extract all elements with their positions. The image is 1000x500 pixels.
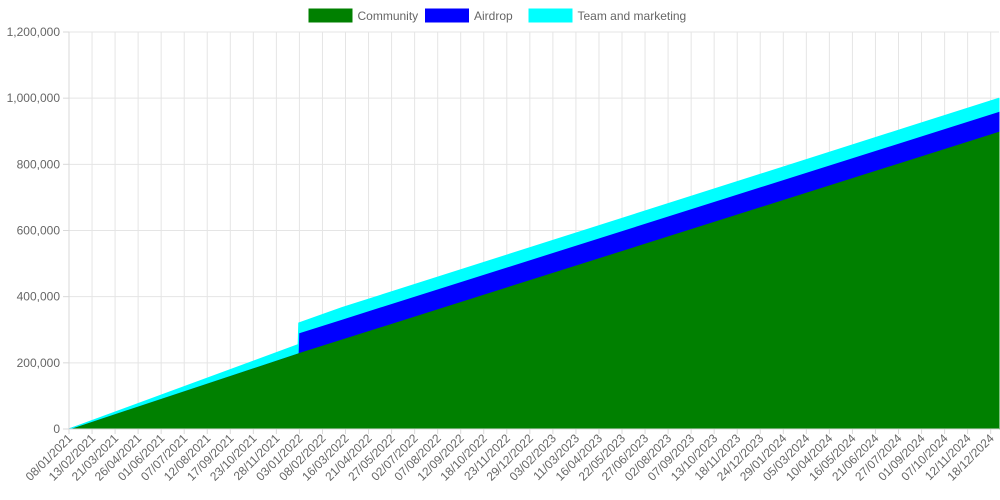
x-axis-tick-labels: 08/01/202113/02/202121/03/202126/04/2021… [23,429,997,484]
y-tick-label: 1,000,000 [7,91,61,105]
legend-label: Airdrop [474,9,513,23]
legend-swatch [425,8,469,23]
y-tick-label: 200,000 [17,356,61,370]
y-tick-label: 0 [53,422,60,436]
legend-swatch [528,8,573,23]
y-axis-tick-labels: 0 200,000 400,000 600,000 800,000 1,000,000 1,… [7,25,69,436]
chart-canvas: Community Airdrop Team and marketing 0 200,… [7,8,1000,484]
legend-item-airdrop[interactable]: Airdrop [425,8,513,24]
y-tick-label: 1,200,000 [7,25,61,39]
y-tick-label: 800,000 [17,157,61,171]
area-series-community [68,130,1000,430]
area-series-group [68,97,1000,430]
legend: Community Airdrop Team and marketing [308,8,687,24]
legend-label: Community [358,9,419,23]
legend-swatch [308,8,353,23]
stacked-area-chart: Community Airdrop Team and marketing 0 200,… [0,0,1000,500]
legend-item-community[interactable]: Community [308,8,419,24]
y-tick-label: 400,000 [17,290,61,304]
legend-label: Team and marketing [578,9,687,23]
y-tick-label: 600,000 [17,224,61,238]
legend-item-team-and-marketing[interactable]: Team and marketing [528,8,687,24]
